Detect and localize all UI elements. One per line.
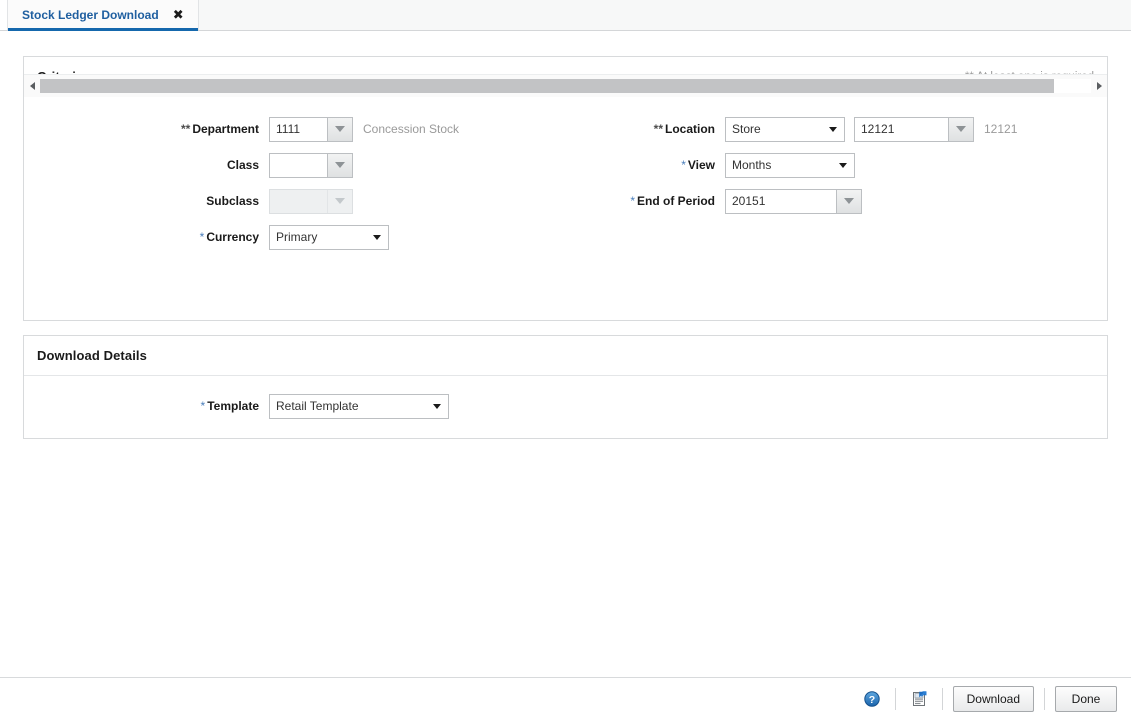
- field-row-class: Class: [24, 147, 544, 183]
- location-description: 12121: [984, 122, 1017, 136]
- label-text: Template: [207, 399, 259, 413]
- chevron-down-icon[interactable]: [373, 235, 381, 240]
- label-template: *Template: [24, 399, 269, 413]
- class-dropdown-icon[interactable]: [327, 154, 352, 177]
- location-dropdown-icon[interactable]: [948, 118, 973, 141]
- currency-value: Primary: [270, 230, 339, 244]
- scroll-left-arrow-icon[interactable]: [24, 82, 40, 90]
- label-text: View: [688, 158, 715, 172]
- label-view: *View: [544, 158, 725, 172]
- label-text: Subclass: [206, 194, 259, 208]
- required-marker: *: [200, 230, 205, 244]
- label-currency: *Currency: [24, 230, 269, 244]
- subclass-input: [270, 190, 327, 213]
- class-lov[interactable]: [269, 153, 353, 178]
- field-row-view: *View Months: [544, 147, 1084, 183]
- page-canvas: Criteria ** At least one is required **D…: [0, 31, 1131, 719]
- required-marker: *: [681, 158, 686, 172]
- export-to-spreadsheet-icon[interactable]: [906, 686, 932, 712]
- label-text: Location: [665, 122, 715, 136]
- field-row-template: *Template Retail Template: [24, 388, 544, 424]
- tab-label: Stock Ledger Download: [22, 8, 159, 22]
- view-value: Months: [726, 158, 793, 172]
- criteria-left-column: **Department Concession Stock Class: [24, 111, 544, 255]
- label-subclass: Subclass: [24, 194, 269, 208]
- label-end-of-period: *End of Period: [544, 194, 725, 208]
- footer-divider: [1044, 688, 1045, 710]
- location-lov[interactable]: [854, 117, 974, 142]
- template-select[interactable]: Retail Template: [269, 394, 449, 419]
- tab-stock-ledger-download[interactable]: Stock Ledger Download ✖: [7, 0, 199, 30]
- required-marker: **: [181, 122, 190, 136]
- download-details-header: Download Details: [24, 336, 1107, 376]
- label-text: Currency: [206, 230, 259, 244]
- label-text: End of Period: [637, 194, 715, 208]
- label-location: **Location: [544, 122, 725, 136]
- required-marker: *: [201, 399, 206, 413]
- location-type-value: Store: [726, 122, 783, 136]
- end-of-period-lov[interactable]: [725, 189, 862, 214]
- department-description: Concession Stock: [363, 122, 459, 136]
- footer-action-bar: ? Download Done: [0, 677, 1131, 719]
- download-details-column: *Template Retail Template: [24, 388, 544, 424]
- download-button[interactable]: Download: [953, 686, 1034, 712]
- location-input[interactable]: [855, 118, 948, 141]
- currency-select[interactable]: Primary: [269, 225, 389, 250]
- chevron-down-icon[interactable]: [839, 163, 847, 168]
- help-icon[interactable]: ?: [859, 686, 885, 712]
- label-class: Class: [24, 158, 269, 172]
- end-of-period-dropdown-icon[interactable]: [836, 190, 861, 213]
- field-row-currency: *Currency Primary: [24, 219, 544, 255]
- tab-bar: Stock Ledger Download ✖: [0, 0, 1131, 31]
- chevron-down-icon[interactable]: [433, 404, 441, 409]
- subclass-dropdown-icon: [327, 190, 352, 213]
- svg-text:?: ?: [868, 694, 874, 706]
- label-text: Class: [227, 158, 259, 172]
- label-department: **Department: [24, 122, 269, 136]
- location-type-select[interactable]: Store: [725, 117, 845, 142]
- criteria-right-column: **Location Store 12121 *View: [544, 111, 1084, 219]
- download-details-title: Download Details: [37, 348, 147, 363]
- department-lov[interactable]: [269, 117, 353, 142]
- footer-divider: [942, 688, 943, 710]
- label-text: Department: [192, 122, 259, 136]
- close-icon[interactable]: ✖: [173, 9, 184, 22]
- required-marker: **: [654, 122, 663, 136]
- download-details-body: *Template Retail Template: [24, 376, 1107, 412]
- scrollbar-thumb[interactable]: [40, 79, 1054, 93]
- view-select[interactable]: Months: [725, 153, 855, 178]
- criteria-panel: Criteria ** At least one is required **D…: [23, 56, 1108, 321]
- field-row-department: **Department Concession Stock: [24, 111, 544, 147]
- scrollbar-track[interactable]: [40, 79, 1091, 93]
- done-button[interactable]: Done: [1055, 686, 1117, 712]
- field-row-end-of-period: *End of Period: [544, 183, 1084, 219]
- class-input[interactable]: [270, 154, 327, 177]
- field-row-subclass: Subclass: [24, 183, 544, 219]
- end-of-period-input[interactable]: [726, 190, 836, 213]
- department-input[interactable]: [270, 118, 327, 141]
- scroll-right-arrow-icon[interactable]: [1091, 82, 1107, 90]
- footer-divider: [895, 688, 896, 710]
- field-row-location: **Location Store 12121: [544, 111, 1084, 147]
- criteria-horizontal-scrollbar[interactable]: [24, 74, 1107, 97]
- chevron-down-icon[interactable]: [829, 127, 837, 132]
- download-details-panel: Download Details *Template Retail Templa…: [23, 335, 1108, 439]
- department-dropdown-icon[interactable]: [327, 118, 352, 141]
- subclass-lov: [269, 189, 353, 214]
- required-marker: *: [630, 194, 635, 208]
- template-value: Retail Template: [270, 399, 381, 413]
